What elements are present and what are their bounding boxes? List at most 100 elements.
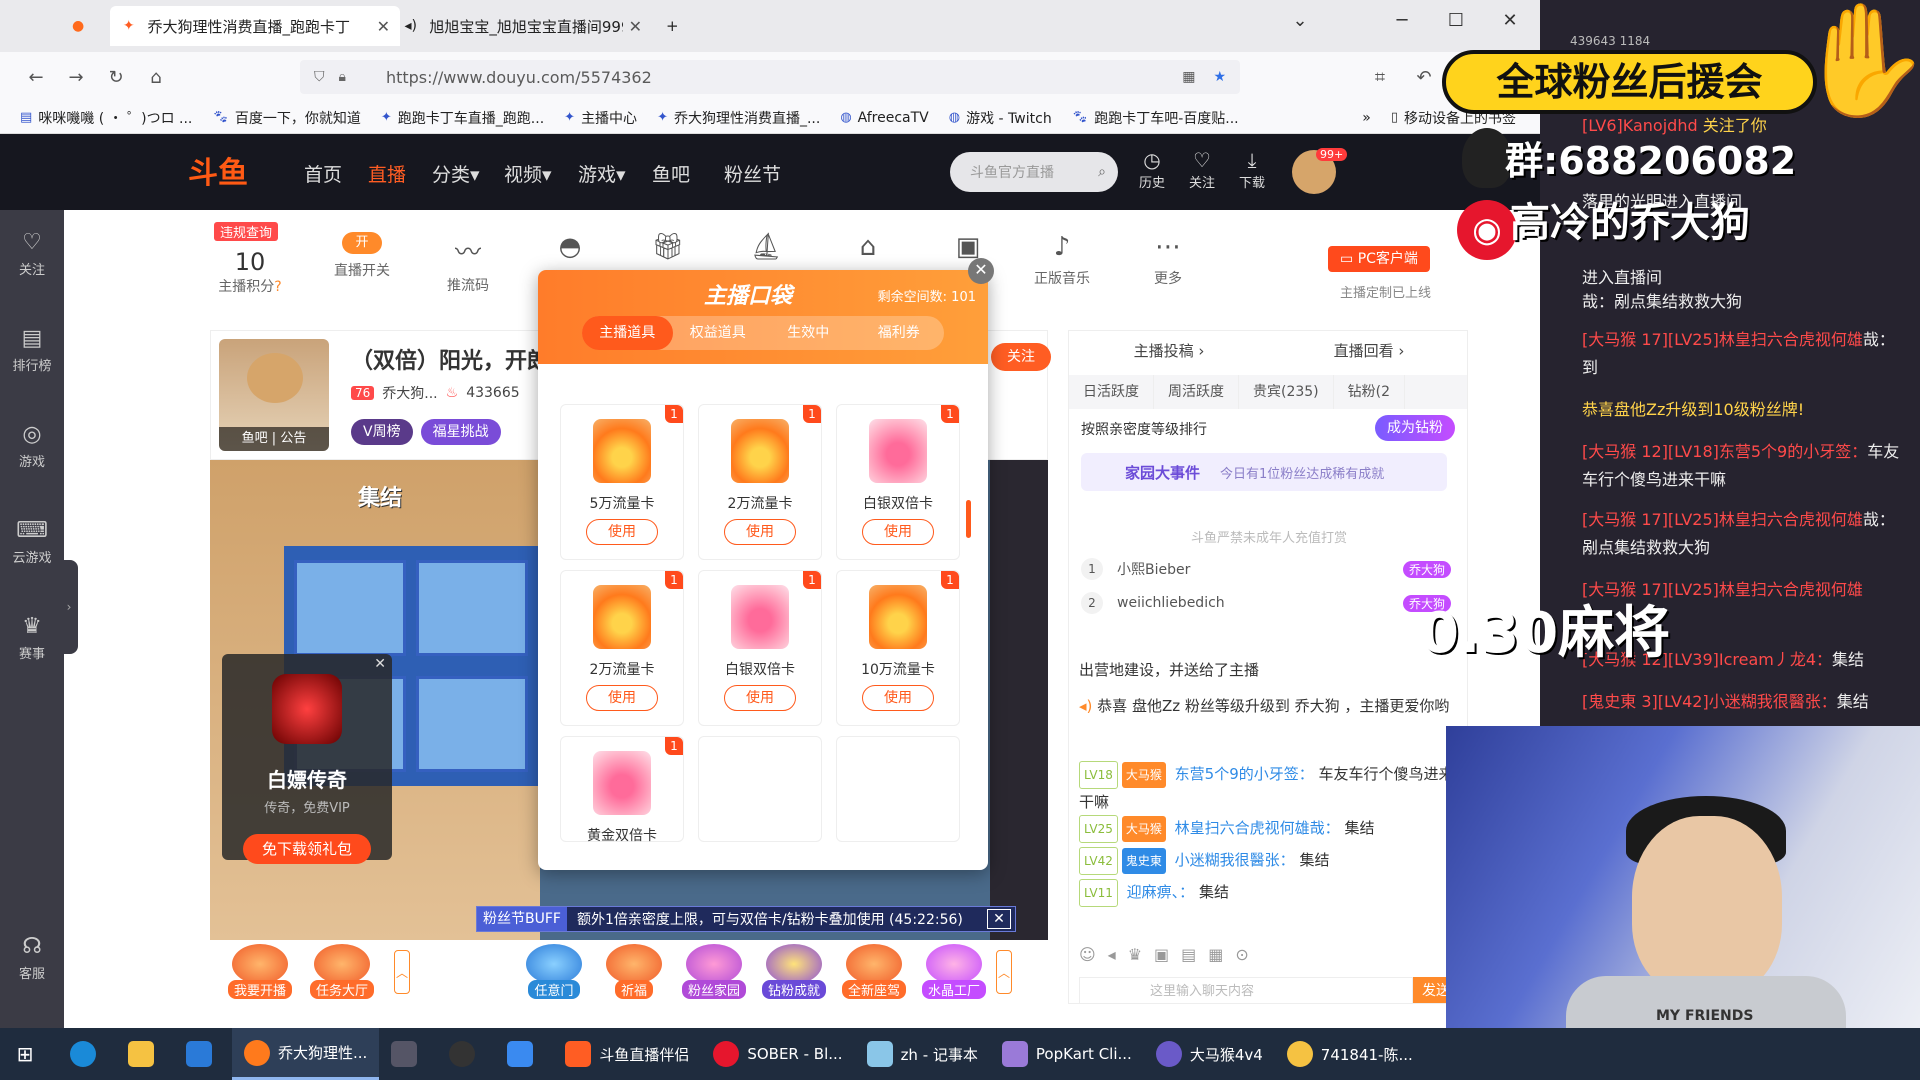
use-button[interactable]: 使用 — [586, 519, 658, 545]
music-button[interactable]: ♪ 正版音乐 — [1022, 232, 1102, 288]
use-button[interactable]: 使用 — [586, 685, 658, 711]
tab-anchor-props[interactable]: 主播道具 — [582, 316, 673, 350]
reload-icon[interactable]: ↻ — [96, 67, 136, 88]
taskbar-store[interactable] — [174, 1028, 232, 1080]
sidebar-item-support[interactable]: ☊ 客服 — [0, 934, 64, 982]
chat-tools[interactable]: ☺◂♛▣▤▦⊙ — [1079, 945, 1261, 964]
maximize-icon[interactable]: ☐ — [1436, 10, 1476, 31]
pocket-item[interactable]: 1 2万流量卡 使用 — [698, 404, 822, 560]
anchor-score[interactable]: 10 主播积分? — [210, 248, 290, 296]
nav-game[interactable]: 游戏▾ — [578, 160, 626, 187]
undo-icon[interactable]: ↶ — [1404, 67, 1444, 88]
stream-code-button[interactable]: 〰推流码 — [428, 232, 508, 295]
nav-fan-festival[interactable]: 粉丝节 — [724, 160, 781, 187]
room-avatar[interactable]: 鱼吧 | 公告 — [219, 339, 329, 451]
tab-diamond[interactable]: 钻粉(2 — [1334, 375, 1406, 409]
more-button[interactable]: ⋯ 更多 — [1128, 232, 1208, 288]
url-bar[interactable]: ⛉ 🔒︎ https://www.douyu.com/5574362 ▦ ★ — [300, 60, 1240, 94]
browser-tab-active[interactable]: ✦ 乔大狗理性消费直播_跑跑卡丁 ✕ — [110, 6, 400, 46]
pocket-item[interactable]: 1 10万流量卡 使用 — [836, 570, 960, 726]
taskbar-music[interactable]: SOBER - Bl... — [701, 1028, 854, 1080]
scroll-right-icon[interactable]: ︿ — [996, 950, 1012, 994]
tab-coupons[interactable]: 福利券 — [854, 316, 945, 350]
chat-user[interactable]: 东营5个9的小牙签： — [1175, 765, 1314, 783]
qr-icon[interactable]: ▦ — [1182, 69, 1195, 85]
taskbar-notepad[interactable]: zh - 记事本 — [855, 1028, 990, 1080]
nav-video[interactable]: 视频▾ — [504, 160, 552, 187]
taskbar-obs[interactable] — [437, 1028, 495, 1080]
pocket-scrollbar[interactable] — [966, 500, 971, 538]
bookmark[interactable]: ✦ 主播中心 — [564, 108, 637, 128]
pocket-item[interactable]: 1 5万流量卡 使用 — [560, 404, 684, 560]
search-icon[interactable]: ⌕ — [1098, 164, 1106, 180]
bookmark[interactable]: ◍ AfreecaTV — [840, 110, 928, 126]
taskbar-chat[interactable]: 741841-陈... — [1275, 1028, 1425, 1080]
tab-vip[interactable]: 贵宾(235) — [1239, 375, 1334, 409]
star-challenge-button[interactable]: 福星挑战 — [420, 419, 501, 445]
follow-button[interactable]: ♡ 关注 — [1182, 148, 1222, 191]
screenshot-icon[interactable]: ⌗ — [1360, 67, 1400, 88]
tab-close-icon[interactable]: ✕ — [629, 17, 642, 36]
avatar-caption[interactable]: 鱼吧 | 公告 — [219, 427, 329, 451]
tab-daily[interactable]: 日活跃度 — [1069, 375, 1154, 409]
chat-input[interactable]: 这里输入聊天内容 — [1079, 977, 1413, 1003]
nav-yuba[interactable]: 鱼吧 — [652, 160, 690, 187]
firefox-view-tab[interactable]: ● — [62, 6, 102, 46]
activity-fan-home[interactable]: 粉丝家园 — [676, 944, 752, 999]
tab-rights-props[interactable]: 权益道具 — [673, 316, 764, 350]
violation-badge[interactable]: 违规查询 — [214, 222, 279, 241]
taskbar-game[interactable]: 大马猴4v4 — [1144, 1028, 1275, 1080]
new-tab-button[interactable]: + — [656, 6, 689, 46]
taskbar-popkart[interactable]: PopKart Cli... — [990, 1028, 1144, 1080]
ad-popup[interactable]: ✕ 白嫖传奇 传奇，免费VIP 免下载领礼包 — [222, 654, 392, 864]
activity-new-mount[interactable]: 全新座驾 — [836, 944, 912, 999]
nav-home[interactable]: 首页 — [304, 160, 342, 187]
fan-row[interactable]: 2 weiichliebedich 乔大狗 — [1081, 587, 1451, 619]
sidebar-item-follow[interactable]: ♡ 关注 — [0, 230, 64, 278]
pocket-item[interactable]: 1 白银双倍卡 使用 — [698, 570, 822, 726]
activity-task-hall[interactable]: 任务大厅 — [304, 944, 380, 999]
activity-start-live[interactable]: 我要开播 — [222, 944, 298, 999]
use-button[interactable]: 使用 — [862, 685, 934, 711]
tool-sail[interactable]: ⛵︎ — [726, 232, 806, 268]
follow-button[interactable]: 关注 — [991, 343, 1051, 371]
activity-portal[interactable]: 任意门 — [516, 944, 592, 999]
bookmark[interactable]: ◍ 游戏 - Twitch — [949, 108, 1052, 128]
live-switch[interactable]: 开 直播开关 — [322, 232, 402, 280]
ad-close-icon[interactable]: ✕ — [374, 656, 386, 672]
sidebar-item-game[interactable]: ◎ 游戏 — [0, 422, 64, 470]
week-rank-button[interactable]: V周榜 — [351, 419, 413, 445]
become-diamond-button[interactable]: 成为钻粉 — [1375, 415, 1455, 441]
tool-shop[interactable]: ⌂ — [828, 232, 908, 268]
pocket-item[interactable]: 1 白银双倍卡 使用 — [836, 404, 960, 560]
chat-user[interactable]: 林皇扫六合虎视何雄哉： — [1175, 819, 1340, 837]
history-button[interactable]: ◷ 历史 — [1132, 148, 1172, 191]
activity-crystal-factory[interactable]: 水晶工厂 — [916, 944, 992, 999]
pocket-item[interactable]: 1 2万流量卡 使用 — [560, 570, 684, 726]
activity-diamond-fan[interactable]: 钻粉成就 — [756, 944, 832, 999]
use-button[interactable]: 使用 — [724, 519, 796, 545]
douyu-logo[interactable]: 斗鱼 — [188, 148, 248, 192]
taskbar-douyu[interactable]: 斗鱼直播伴侣 — [553, 1028, 701, 1080]
scroll-left-icon[interactable]: ︿ — [394, 950, 410, 994]
family-event-banner[interactable]: 家园大事件 今日有1位粉丝达成稀有成就 — [1081, 453, 1447, 491]
use-button[interactable]: 使用 — [862, 519, 934, 545]
fan-row[interactable]: 1 小熙Bieber 乔大狗 — [1081, 553, 1451, 585]
taskbar-explorer[interactable] — [116, 1028, 174, 1080]
nav-category[interactable]: 分类▾ — [432, 160, 480, 187]
start-button[interactable]: ⊞ — [0, 1028, 58, 1080]
bookmark[interactable]: 🐾︎ 百度一下，你就知道 — [212, 108, 361, 128]
nav-live[interactable]: 直播 — [368, 160, 406, 187]
tool-wallet[interactable]: ◓ — [530, 232, 610, 268]
chat-user[interactable]: 小迷糊我很醫张： — [1175, 851, 1295, 869]
minimize-icon[interactable]: ─ — [1382, 10, 1422, 31]
star-icon[interactable]: ★ — [1213, 69, 1226, 85]
close-window-icon[interactable]: ✕ — [1490, 10, 1530, 31]
anchor-posts-link[interactable]: 主播投稿 › — [1069, 331, 1269, 371]
back-icon[interactable]: ← — [16, 67, 56, 88]
use-button[interactable]: 使用 — [724, 685, 796, 711]
search-input[interactable]: 斗鱼官方直播 ⌕ — [950, 152, 1118, 192]
download-button[interactable]: ⤓ 下载 — [1232, 148, 1272, 191]
sidebar-item-esports[interactable]: ♛ 赛事 — [0, 614, 64, 662]
bookmark[interactable]: ✦ 跑跑卡丁车直播_跑跑... — [381, 108, 544, 128]
